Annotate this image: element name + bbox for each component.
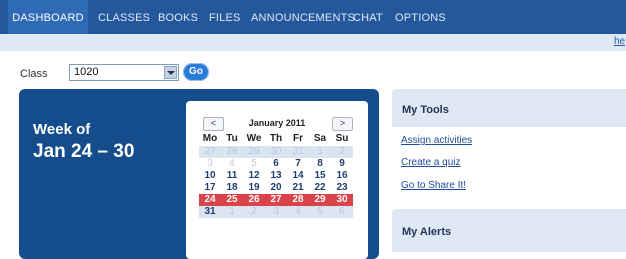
chevron-down-icon[interactable]	[164, 66, 177, 79]
tab-classes[interactable]: CLASSES	[98, 0, 150, 34]
calendar-day[interactable]: 2	[331, 146, 353, 158]
tab-options[interactable]: OPTIONS	[395, 0, 446, 34]
my-alerts-card: My Alerts	[392, 209, 626, 252]
calendar-day[interactable]: 16	[331, 170, 353, 182]
calendar-day[interactable]: 22	[309, 182, 331, 194]
calendar-day[interactable]: 21	[287, 182, 309, 194]
weekday-label: Tu	[226, 133, 238, 144]
calendar-day[interactable]: 19	[243, 182, 265, 194]
calendar-day[interactable]: 18	[221, 182, 243, 194]
week-label: Week of	[33, 121, 91, 138]
weekday-label: Su	[335, 133, 349, 144]
weekday-label: We	[246, 133, 262, 144]
calendar-day[interactable]: 30	[265, 146, 287, 158]
calendar-day[interactable]: 13	[265, 170, 287, 182]
calendar-day[interactable]: 25	[221, 194, 243, 206]
calendar-week-row: 31 1 2 3 4 5 6	[199, 206, 353, 218]
tab-chat[interactable]: CHAT	[353, 0, 383, 34]
calendar-day[interactable]: 15	[309, 170, 331, 182]
weekday-label: Fr	[293, 133, 303, 144]
calendar-day[interactable]: 24	[199, 194, 221, 206]
calendar-day[interactable]: 31	[199, 206, 221, 218]
calendar-day[interactable]: 26	[243, 194, 265, 206]
my-tools-title: My Tools	[402, 104, 449, 116]
class-label: Class	[20, 68, 48, 80]
week-panel: Week of Jan 24 – 30 < January 2011 > Mo …	[19, 89, 379, 259]
calendar-day[interactable]: 5	[309, 206, 331, 218]
calendar-day[interactable]: 20	[265, 182, 287, 194]
calendar-day[interactable]: 6	[265, 158, 287, 170]
calendar-selected-week-row: 24 25 26 27 28 29 30	[199, 194, 353, 206]
tab-files[interactable]: FILES	[209, 0, 241, 34]
top-navigation: DASHBOARD CLASSES BOOKS FILES ANNOUNCEME…	[0, 0, 626, 34]
calendar-day[interactable]: 3	[265, 206, 287, 218]
calendar-day[interactable]: 4	[221, 158, 243, 170]
tab-announcements[interactable]: ANNOUNCEMENTS	[251, 0, 355, 34]
calendar-day[interactable]: 17	[199, 182, 221, 194]
share-it-link[interactable]: Go to Share It!	[401, 180, 466, 191]
calendar-day[interactable]: 12	[243, 170, 265, 182]
calendar-day[interactable]: 7	[287, 158, 309, 170]
tab-dashboard[interactable]: DASHBOARD	[8, 0, 88, 34]
calendar-day[interactable]: 28	[287, 194, 309, 206]
my-tools-card: My Tools	[392, 89, 626, 127]
class-select[interactable]: 1020	[69, 64, 179, 81]
create-quiz-link[interactable]: Create a quiz	[401, 157, 460, 168]
week-range: Jan 24 – 30	[33, 141, 135, 162]
calendar-week-row: 27 28 29 30 31 1 2	[199, 146, 353, 158]
calendar-day[interactable]: 23	[331, 182, 353, 194]
calendar-day[interactable]: 4	[287, 206, 309, 218]
weekday-label: Sa	[313, 133, 327, 144]
calendar-week-row: 3 4 5 6 7 8 9	[199, 158, 353, 170]
sub-bar: he	[0, 34, 626, 51]
calendar-grid: Mo Tu We Th Fr Sa Su 27 28 29 30 31 1 2 …	[199, 132, 353, 218]
calendar-day[interactable]: 3	[199, 158, 221, 170]
calendar-week-row: 10 11 12 13 14 15 16	[199, 170, 353, 182]
calendar-day[interactable]: 27	[265, 194, 287, 206]
weekday-label: Th	[269, 133, 283, 144]
calendar-day[interactable]: 29	[243, 146, 265, 158]
calendar-day[interactable]: 8	[309, 158, 331, 170]
calendar-day[interactable]: 10	[199, 170, 221, 182]
calendar-day[interactable]: 1	[221, 206, 243, 218]
calendar-week-row: 17 18 19 20 21 22 23	[199, 182, 353, 194]
calendar-day[interactable]: 9	[331, 158, 353, 170]
calendar-day[interactable]: 2	[243, 206, 265, 218]
class-select-value: 1020	[74, 66, 99, 78]
tab-books[interactable]: BOOKS	[158, 0, 198, 34]
help-link[interactable]: he	[614, 36, 625, 47]
calendar-day[interactable]: 1	[309, 146, 331, 158]
calendar-day[interactable]: 28	[221, 146, 243, 158]
calendar-day[interactable]: 14	[287, 170, 309, 182]
calendar-day[interactable]: 31	[287, 146, 309, 158]
calendar-day[interactable]: 11	[221, 170, 243, 182]
calendar-weekday-row: Mo Tu We Th Fr Sa Su	[199, 132, 353, 146]
calendar: < January 2011 > Mo Tu We Th Fr Sa Su 27…	[186, 101, 368, 259]
calendar-day[interactable]: 30	[331, 194, 353, 206]
weekday-label: Mo	[202, 133, 218, 144]
calendar-day[interactable]: 29	[309, 194, 331, 206]
assign-activities-link[interactable]: Assign activities	[401, 135, 472, 146]
calendar-day[interactable]: 5	[243, 158, 265, 170]
my-alerts-title: My Alerts	[402, 226, 452, 238]
calendar-day[interactable]: 27	[199, 146, 221, 158]
calendar-next-button[interactable]: >	[332, 117, 353, 131]
calendar-day[interactable]: 6	[331, 206, 353, 218]
go-button[interactable]: Go	[183, 63, 209, 81]
